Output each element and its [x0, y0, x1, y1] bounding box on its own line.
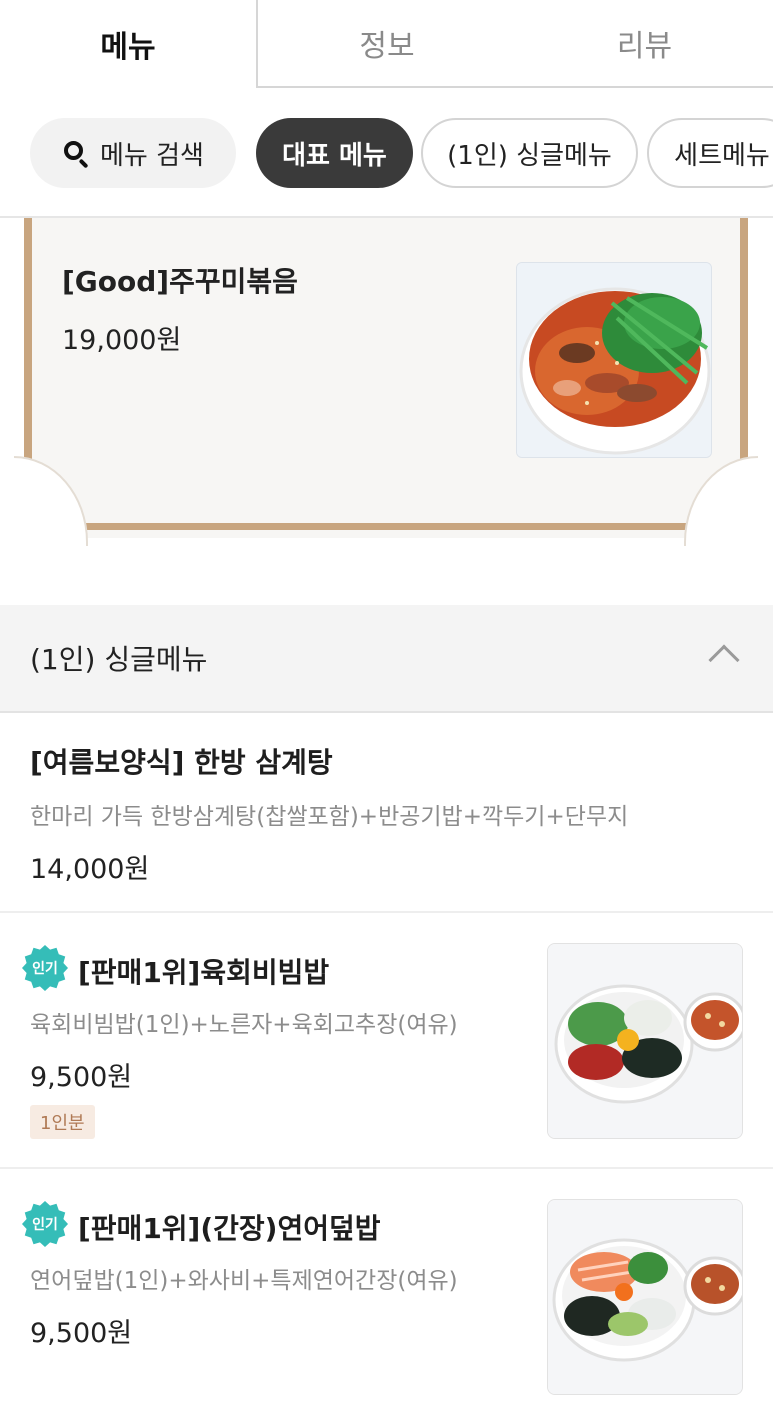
item-price: 9,500원: [30, 1318, 133, 1349]
frame-bottom-border: [84, 523, 690, 530]
chevron-up-icon[interactable]: [708, 644, 740, 676]
tab-menu[interactable]: 메뉴: [0, 0, 258, 88]
item-price: 9,500원: [30, 1062, 133, 1093]
item-name: [판매1위]육회비빔밥: [78, 956, 330, 989]
menu-item-yukhoe-bibimbap[interactable]: 인기 [판매1위]육회비빔밥 육회비빔밥(1인)+노른자+육회고추장(여유) 9…: [0, 913, 773, 1169]
item-name: [판매1위](간장)연어덮밥: [78, 1212, 381, 1245]
item-name: [여름보양식] 한방 삼계탕: [30, 746, 333, 779]
item-photo: [547, 943, 743, 1139]
menu-search-label: 메뉴 검색: [100, 140, 204, 171]
popular-badge: 인기: [22, 1201, 68, 1247]
featured-menu-card[interactable]: [Good]주꾸미볶음 19,000원: [14, 218, 758, 546]
menu-search-button[interactable]: 메뉴 검색: [30, 118, 236, 188]
popular-badge: 인기: [22, 945, 68, 991]
stir-fried-webfoot-octopus-image: [517, 263, 711, 457]
frame-left-border: [24, 218, 32, 468]
search-icon: [62, 139, 90, 169]
category-chip-bar: 메뉴 검색 대표 메뉴 (1인) 싱글메뉴 세트메뉴: [0, 118, 773, 190]
item-description: 육회비빔밥(1인)+노른자+육회고추장(여유): [30, 1012, 458, 1038]
chip-signature-menu[interactable]: 대표 메뉴: [256, 118, 413, 188]
tab-info[interactable]: 정보: [258, 0, 516, 88]
menu-item-salmon-rice-bowl[interactable]: 인기 [판매1위](간장)연어덮밥 연어덮밥(1인)+와사비+특제연어간장(여유…: [0, 1169, 773, 1415]
featured-item-price: 19,000원: [62, 325, 182, 356]
tab-review[interactable]: 리뷰: [516, 0, 773, 88]
item-description: 연어덮밥(1인)+와사비+특제연어간장(여유): [30, 1268, 458, 1294]
item-price: 14,000원: [30, 854, 150, 885]
item-description: 한마리 가득 한방삼계탕(찹쌀포함)+반공기밥+깍두기+단무지: [30, 804, 629, 830]
menu-item-samgyetang[interactable]: [여름보양식] 한방 삼계탕 한마리 가득 한방삼계탕(찹쌀포함)+반공기밥+깍…: [0, 713, 773, 913]
featured-item-photo: [516, 262, 712, 458]
chip-set-menu[interactable]: 세트메뉴: [647, 118, 773, 188]
store-menu-page: 메뉴 정보 리뷰 메뉴 검색 대표 메뉴 (1인) 싱글메뉴 세트메뉴 [Goo…: [0, 0, 773, 1415]
serving-size-tag: 1인분: [30, 1105, 95, 1139]
frame-right-border: [740, 218, 748, 468]
item-photo: [547, 1199, 743, 1395]
salmon-rice-bowl-image: [548, 1200, 742, 1394]
section-title: (1인) 싱글메뉴: [30, 643, 208, 676]
tab-bar: 메뉴 정보 리뷰: [0, 0, 773, 88]
chip-single-menu[interactable]: (1인) 싱글메뉴: [421, 118, 638, 188]
featured-item-name: [Good]주꾸미볶음: [62, 265, 298, 298]
yukhoe-bibimbap-image: [548, 944, 742, 1138]
single-menu-section-header[interactable]: (1인) 싱글메뉴: [0, 605, 773, 713]
